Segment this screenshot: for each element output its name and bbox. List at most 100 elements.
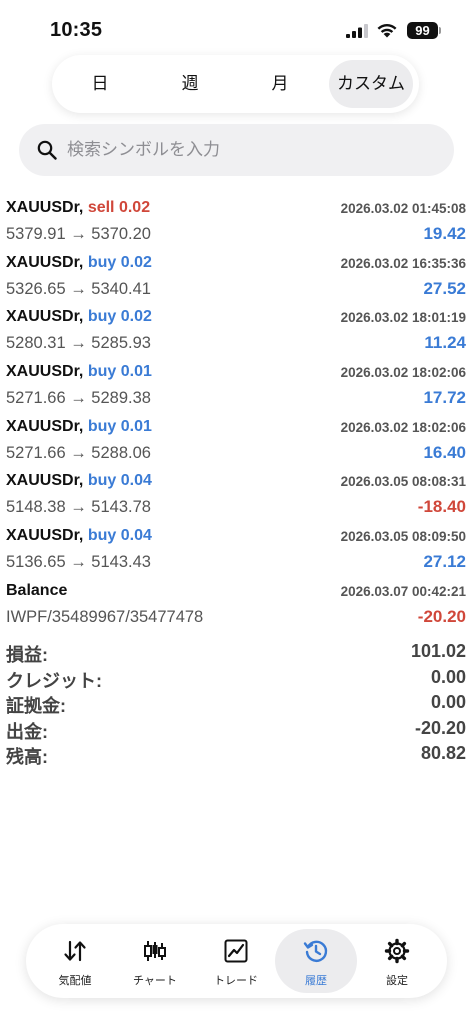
quotes-arrows-icon: [64, 940, 86, 962]
summary-label: 残高:: [6, 747, 48, 768]
nav-label: トレード: [214, 975, 258, 987]
summary-label: 証拠金:: [6, 696, 66, 717]
bottom-tab-bar: 気配値 チャート トレード 履歴 設定: [26, 924, 447, 998]
deal-profit: 27.12: [423, 552, 466, 572]
deal-symbol-name: Balance: [6, 581, 68, 599]
summary-label: 損益:: [6, 645, 48, 665]
deal-symbol: XAUUSDr, buy 0.02: [6, 254, 152, 272]
deal-symbol: Balance: [6, 582, 67, 600]
nav-label: チャート: [133, 975, 177, 987]
period-segmented-control: 日 週 月 カスタム: [52, 55, 419, 113]
deal-row[interactable]: XAUUSDr, buy 0.02 2026.03.02 18:01:19 52…: [0, 305, 473, 360]
deal-symbol: XAUUSDr, buy 0.04: [6, 472, 152, 490]
summary-label: 出金:: [6, 721, 48, 742]
gear-icon: [384, 938, 410, 964]
history-clock-icon: [303, 940, 328, 962]
nav-label: 設定: [386, 975, 408, 987]
deal-prices: 5326.65 → 5340.41: [6, 279, 151, 298]
deals-list: XAUUSDr, sell 0.02 2026.03.02 01:45:08 5…: [0, 196, 473, 634]
deal-profit: -20.20: [417, 606, 466, 626]
deal-prices: 5148.38 → 5143.78: [6, 498, 151, 517]
nav-label: 気配値: [58, 975, 92, 987]
status-time: 10:35: [50, 19, 103, 41]
deal-symbol-name: XAUUSDr,: [6, 308, 84, 326]
summary-value: 0.00: [430, 692, 466, 713]
cellular-signal-icon: [346, 24, 368, 38]
balance-row[interactable]: Balance 2026.03.07 00:42:21 IWPF/3548996…: [0, 579, 473, 634]
deal-symbol-name: XAUUSDr,: [6, 253, 84, 271]
deal-profit: 19.42: [423, 224, 466, 243]
deal-row[interactable]: XAUUSDr, buy 0.01 2026.03.02 18:02:06 52…: [0, 360, 473, 415]
deal-symbol: XAUUSDr, buy 0.02: [6, 308, 152, 326]
deal-side: buy 0.04: [87, 472, 152, 490]
summary-row-credit: クレジット: 0.00: [0, 667, 473, 693]
deal-symbol-name: XAUUSDr,: [6, 199, 84, 216]
deal-time: 2026.03.02 16:35:36: [340, 255, 466, 271]
summary-section: 損益: 101.02 クレジット: 0.00 証拠金: 0.00 出金: -20…: [0, 641, 473, 769]
tab-history[interactable]: 履歴: [275, 929, 357, 993]
tab-custom[interactable]: カスタム: [329, 60, 413, 108]
deal-symbol: XAUUSDr, buy 0.04: [6, 527, 152, 545]
deal-profit: 27.52: [423, 278, 466, 298]
tab-month[interactable]: 月: [238, 60, 322, 108]
deal-side: buy 0.01: [87, 417, 152, 435]
tab-trade[interactable]: トレード: [195, 929, 277, 993]
deal-profit: 11.24: [424, 333, 466, 353]
deal-row[interactable]: XAUUSDr, buy 0.04 2026.03.05 08:09:50 51…: [0, 524, 473, 579]
summary-row-margin: 証拠金: 0.00: [0, 692, 473, 718]
deal-row[interactable]: XAUUSDr, buy 0.02 2026.03.02 16:35:36 53…: [0, 251, 473, 306]
tab-chart[interactable]: チャート: [114, 929, 196, 993]
tab-day[interactable]: 日: [58, 60, 142, 108]
summary-row-profit: 損益: 101.02: [0, 641, 473, 667]
deal-prices: 5280.31 → 5285.93: [6, 334, 151, 353]
deal-side: buy 0.01: [87, 363, 152, 381]
deal-prices: 5379.91 → 5370.20: [6, 225, 151, 243]
summary-label: クレジット:: [6, 670, 102, 691]
deal-row[interactable]: XAUUSDr, sell 0.02 2026.03.02 01:45:08 5…: [0, 196, 473, 251]
deal-time: 2026.03.02 18:02:06: [340, 365, 466, 381]
wifi-icon: [377, 24, 397, 38]
deal-symbol: XAUUSDr, buy 0.01: [6, 363, 152, 381]
deal-time: 2026.03.02 18:01:19: [340, 310, 466, 326]
deal-time: 2026.03.02 18:02:06: [340, 419, 466, 435]
deal-prices: 5271.66 → 5289.38: [6, 389, 151, 408]
summary-value: 0.00: [430, 666, 466, 687]
deal-symbol-name: XAUUSDr,: [6, 527, 84, 545]
deal-time: 2026.03.07 00:42:21: [340, 583, 466, 599]
deal-profit: -18.40: [417, 497, 466, 517]
summary-row-balance: 残高: 80.82: [0, 743, 473, 769]
tab-quotes[interactable]: 気配値: [34, 929, 116, 993]
deal-row[interactable]: XAUUSDr, buy 0.01 2026.03.02 18:02:06 52…: [0, 415, 473, 470]
summary-value: 101.02: [410, 641, 466, 661]
status-bar: 10:35 99: [0, 0, 473, 62]
deal-symbol: XAUUSDr, buy 0.01: [6, 418, 152, 436]
deal-symbol-name: XAUUSDr,: [6, 363, 84, 381]
deal-comment: IWPF/35489967/35477478: [6, 607, 204, 626]
deal-side: buy 0.02: [87, 253, 152, 271]
search-input[interactable]: [67, 124, 437, 176]
deal-side: sell 0.02: [87, 199, 151, 216]
search-bar[interactable]: [19, 124, 454, 176]
tab-week[interactable]: 週: [148, 60, 232, 108]
summary-value: 80.82: [420, 743, 466, 764]
deal-profit: 17.72: [423, 388, 466, 408]
battery-indicator: 99: [407, 22, 438, 39]
deal-prices: 5136.65 → 5143.43: [6, 553, 151, 572]
candlestick-chart-icon: [144, 941, 166, 961]
deal-side: buy 0.04: [87, 527, 152, 545]
deal-time: 2026.03.05 08:08:31: [340, 474, 466, 490]
deal-row[interactable]: XAUUSDr, buy 0.04 2026.03.05 08:08:31 51…: [0, 469, 473, 524]
deal-prices: 5271.66 → 5288.06: [6, 443, 151, 462]
deal-profit: 16.40: [423, 442, 466, 462]
battery-tip: [439, 27, 441, 34]
deal-time: 2026.03.05 08:09:50: [340, 529, 466, 545]
deal-time: 2026.03.02 01:45:08: [340, 201, 466, 216]
deal-symbol-name: XAUUSDr,: [6, 472, 84, 490]
trade-chart-icon: [224, 939, 248, 963]
tab-settings[interactable]: 設定: [356, 929, 438, 993]
deal-symbol-name: XAUUSDr,: [6, 417, 84, 435]
summary-row-withdrawal: 出金: -20.20: [0, 718, 473, 744]
search-icon: [37, 140, 57, 160]
summary-value: -20.20: [414, 717, 466, 738]
deal-symbol: XAUUSDr, sell 0.02: [6, 199, 150, 217]
